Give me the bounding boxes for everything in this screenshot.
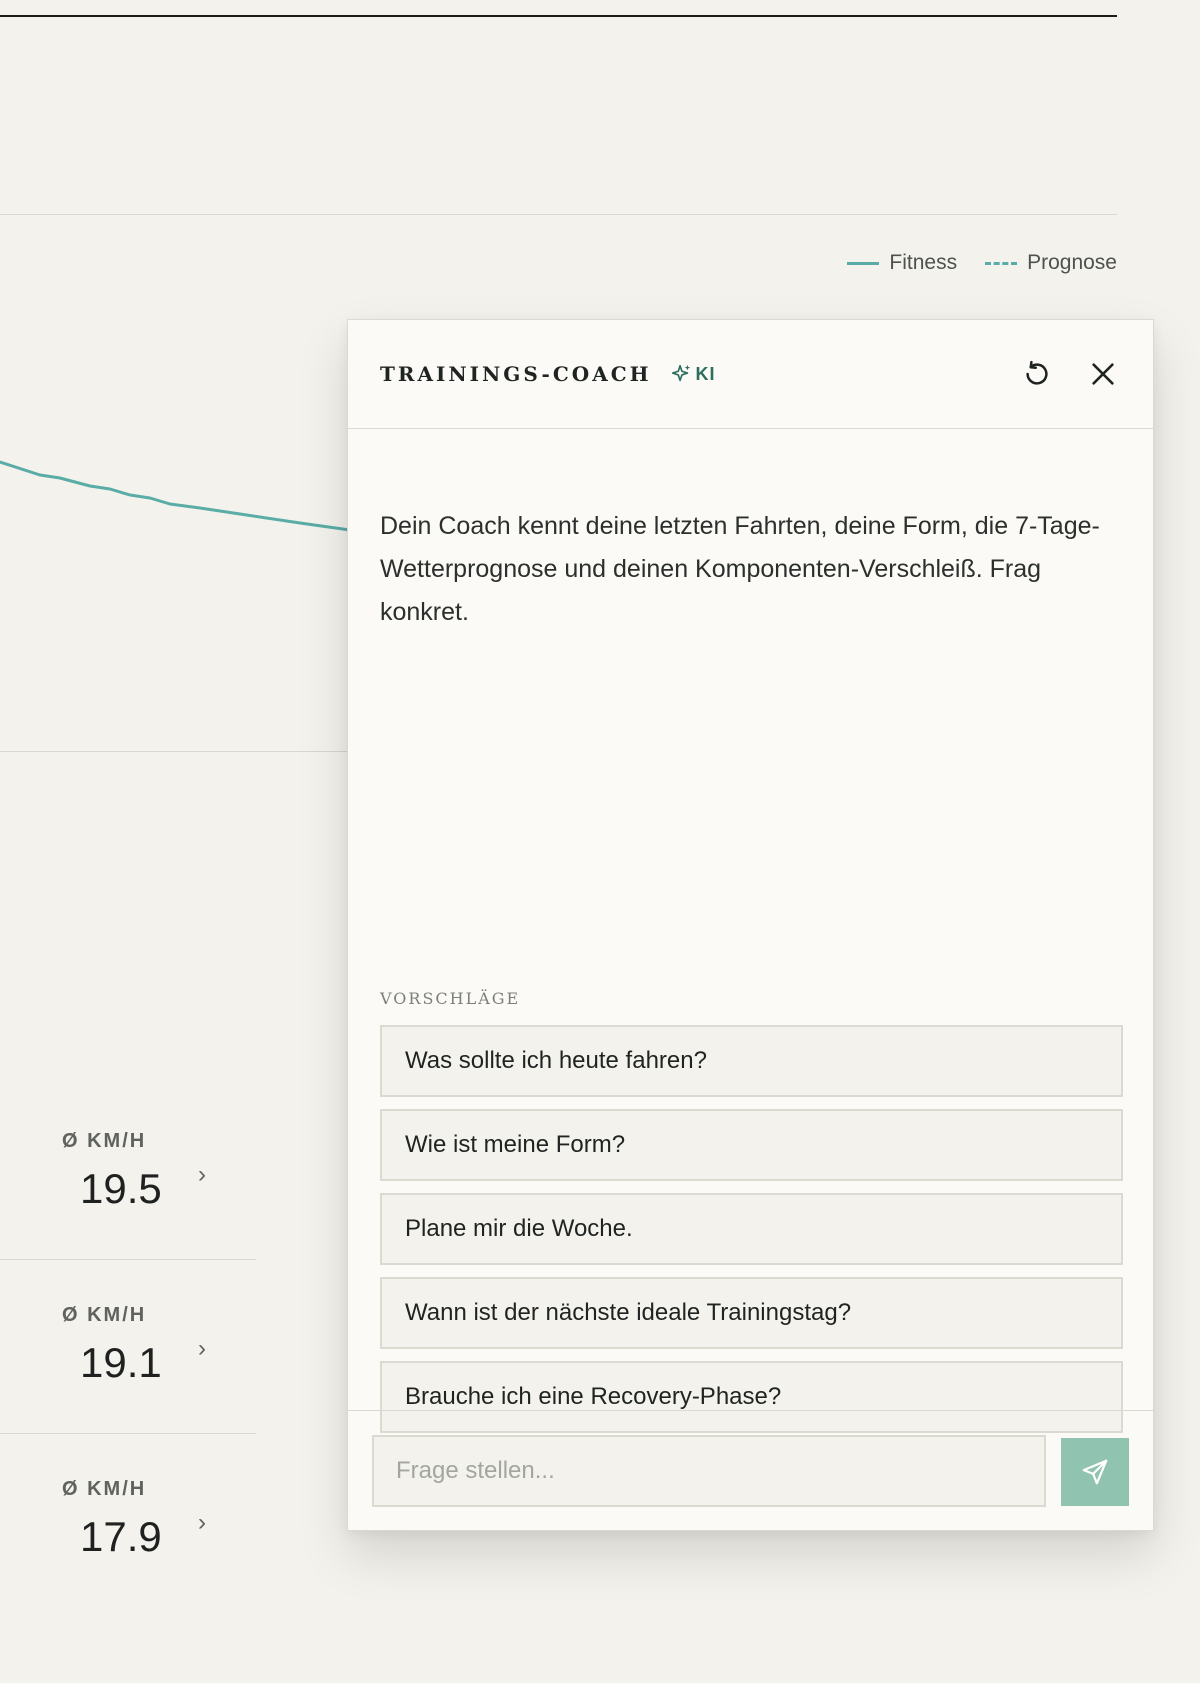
stat-label: Ø KM/H: [62, 1304, 147, 1326]
coach-header: TRAININGS-COACH KI: [348, 320, 1153, 429]
header-actions: [1019, 356, 1121, 392]
chevron-right-icon: ›: [198, 1161, 206, 1188]
ki-badge-label: KI: [695, 363, 716, 384]
stat-value: 17.9: [80, 1513, 162, 1560]
stat-value: 19.1: [80, 1339, 162, 1386]
suggestion-button[interactable]: Wie ist meine Form?: [380, 1109, 1123, 1181]
coach-panel: TRAININGS-COACH KI Dein Coach kennt dein…: [347, 319, 1154, 1531]
stat-label: Ø KM/H: [62, 1478, 147, 1500]
top-divider: [0, 15, 1117, 17]
legend-swatch-solid: [847, 261, 880, 265]
suggestion-button[interactable]: Plane mir die Woche.: [380, 1193, 1123, 1265]
reset-button[interactable]: [1019, 356, 1055, 392]
chevron-right-icon: ›: [198, 1509, 206, 1536]
ki-badge: KI: [670, 363, 716, 385]
question-input[interactable]: [372, 1435, 1046, 1507]
legend-swatch-dashed: [985, 261, 1018, 265]
legend-label: Prognose: [1027, 251, 1117, 274]
chart-legend: Fitness Prognose: [847, 251, 1117, 275]
suggestion-button[interactable]: Wann ist der nächste ideale Trainingstag…: [380, 1277, 1123, 1349]
coach-title: TRAININGS-COACH: [380, 362, 652, 386]
stat-label: Ø KM/H: [62, 1130, 147, 1152]
coach-footer: [348, 1410, 1153, 1530]
suggestion-button[interactable]: Was sollte ich heute fahren?: [380, 1025, 1123, 1097]
legend-label: Fitness: [889, 251, 958, 274]
reset-icon: [1026, 360, 1048, 385]
chart-bottom-divider: [0, 751, 350, 752]
coach-intro: Dein Coach kennt deine letzten Fahrten, …: [380, 512, 1100, 626]
legend-item-prognose: Prognose: [985, 251, 1117, 275]
suggestions-label: VORSCHLÄGE: [380, 989, 521, 1008]
stat-divider: [0, 1433, 256, 1434]
suggestions-list: Was sollte ich heute fahren? Wie ist mei…: [380, 1025, 1123, 1445]
stat-divider: [0, 1259, 256, 1260]
send-icon: [1082, 1459, 1108, 1485]
legend-item-fitness: Fitness: [847, 251, 957, 275]
close-icon: [1092, 363, 1114, 385]
close-button[interactable]: [1085, 356, 1121, 392]
send-button[interactable]: [1061, 1438, 1129, 1506]
stat-value: 19.5: [80, 1165, 162, 1212]
chevron-right-icon: ›: [198, 1335, 206, 1362]
chart-top-divider: [0, 214, 1117, 215]
page: Fitness Prognose Ø KM/H 19.5 › Ø KM/H 19…: [0, 0, 1200, 1683]
sparkle-icon: [671, 364, 690, 382]
fitness-line: [0, 460, 350, 532]
